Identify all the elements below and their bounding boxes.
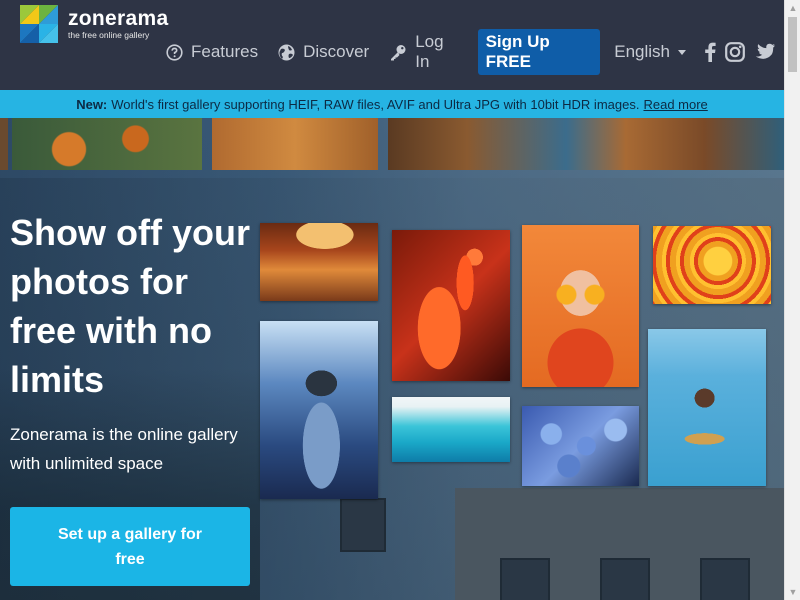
- language-selector[interactable]: English: [614, 42, 686, 62]
- globe-icon: [278, 44, 295, 61]
- zonerama-logo-icon: [20, 5, 58, 43]
- key-icon: [389, 44, 407, 61]
- photo-tropical-beach[interactable]: [392, 397, 510, 462]
- scrollbar-thumb[interactable]: [788, 17, 797, 72]
- hero-section: Show off your photos for free with no li…: [0, 118, 784, 600]
- photo-orange-flower[interactable]: [653, 226, 771, 304]
- photo-woman-blue[interactable]: [260, 321, 378, 499]
- scroll-up-icon[interactable]: ▲: [785, 0, 800, 16]
- background-window: [600, 558, 650, 600]
- nav-features[interactable]: Features: [166, 42, 258, 62]
- background-photo: [12, 118, 202, 170]
- banner-read-more-link[interactable]: Read more: [643, 97, 707, 112]
- question-circle-icon: [166, 43, 183, 61]
- banner-prefix: New:: [76, 96, 108, 112]
- signup-button[interactable]: Sign Up FREE: [477, 29, 601, 75]
- photo-canyon-arch[interactable]: [260, 223, 378, 301]
- instagram-icon[interactable]: [725, 42, 745, 62]
- scrollbar[interactable]: ▲ ▼: [784, 0, 800, 600]
- hero-headline: Show off your photos for free with no li…: [10, 212, 250, 400]
- hero-subtext: Zonerama is the online gallery with unli…: [10, 425, 238, 473]
- logo[interactable]: zonerama the free online gallery: [20, 5, 168, 43]
- background-photo: [388, 118, 784, 170]
- nav-discover[interactable]: Discover: [278, 42, 369, 62]
- background-window: [340, 498, 386, 552]
- photo-flamingo[interactable]: [392, 230, 510, 381]
- photo-hydrangea[interactable]: [522, 406, 639, 486]
- announcement-banner: New: World's first gallery supporting HE…: [0, 90, 784, 118]
- nav-login[interactable]: Log In: [389, 32, 457, 72]
- setup-gallery-label: Set up a gallery for free: [57, 525, 203, 568]
- social-links: [704, 42, 784, 62]
- twitter-icon[interactable]: [754, 43, 775, 61]
- background-photo: [212, 118, 378, 170]
- language-label: English: [614, 42, 670, 61]
- nav-features-label: Features: [191, 42, 259, 61]
- nav-discover-label: Discover: [303, 42, 370, 61]
- brand-name: zonerama: [68, 7, 169, 30]
- caret-down-icon: [678, 49, 686, 55]
- background-window: [500, 558, 550, 600]
- banner-text: World's first gallery supporting HEIF, R…: [111, 96, 640, 112]
- photo-blue-house[interactable]: [648, 329, 766, 486]
- page: zonerama the free online gallery Feature…: [0, 0, 784, 600]
- brand-tagline: the free online gallery: [68, 30, 150, 40]
- setup-gallery-button[interactable]: Set up a gallery for free: [10, 507, 250, 586]
- scroll-down-icon[interactable]: ▼: [785, 584, 800, 600]
- photo-girl-oranges[interactable]: [522, 225, 639, 387]
- site-header: zonerama the free online gallery Feature…: [0, 0, 784, 90]
- background-window: [700, 558, 750, 600]
- facebook-icon[interactable]: [704, 42, 716, 62]
- background-photo: [0, 118, 8, 170]
- nav-login-label: Log In: [415, 32, 444, 71]
- main-nav: Features Discover Log In Sign Up FREE En…: [166, 29, 784, 75]
